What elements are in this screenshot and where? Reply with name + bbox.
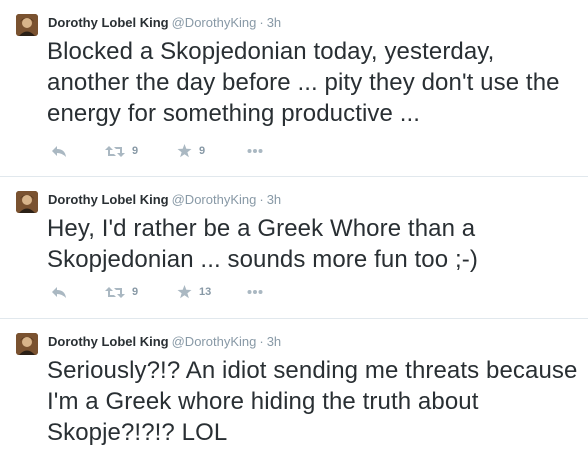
favorite-count: 13 — [199, 286, 212, 298]
tweet-header: Dorothy Lobel King @DorothyKing · 3h — [48, 191, 281, 209]
tweet[interactable]: Dorothy Lobel King @DorothyKing · 3h Hey, I… — [0, 177, 588, 319]
tweet-text: Blocked a Skopjedonian today, yesterday,… — [47, 38, 560, 127]
retweet-count: 9 — [132, 145, 139, 157]
more-icon — [247, 148, 263, 154]
reply-icon — [51, 144, 67, 158]
more-icon — [247, 289, 263, 295]
reply-button[interactable] — [51, 283, 67, 301]
author-username[interactable]: @DorothyKing — [172, 15, 257, 30]
favorite-button[interactable]: 13 — [177, 283, 211, 301]
reply-icon — [51, 285, 67, 299]
tweet[interactable]: Dorothy Lobel King @DorothyKing · 3h Seriou… — [0, 319, 588, 459]
timestamp[interactable]: 3h — [267, 15, 281, 30]
tweet-text: Seriously?!? An idiot sending me threats… — [47, 357, 578, 446]
tweet-actions: 9 9 — [47, 142, 347, 160]
retweet-icon — [105, 145, 125, 158]
tweet-actions: 9 13 — [47, 283, 347, 301]
separator: · — [259, 192, 264, 207]
star-icon — [177, 144, 192, 158]
author-name[interactable]: Dorothy Lobel King — [48, 192, 169, 207]
avatar[interactable] — [16, 14, 38, 36]
tweet-text: Hey, I'd rather be a Greek Whore than a … — [47, 215, 478, 273]
avatar[interactable] — [16, 333, 38, 355]
separator: · — [259, 334, 264, 349]
favorite-count: 9 — [199, 145, 206, 157]
more-button[interactable] — [247, 142, 263, 160]
author-username[interactable]: @DorothyKing — [172, 192, 257, 207]
avatar[interactable] — [16, 191, 38, 213]
retweet-count: 9 — [132, 286, 139, 298]
retweet-button[interactable]: 9 — [105, 283, 138, 301]
reply-button[interactable] — [51, 142, 67, 160]
tweet-header: Dorothy Lobel King @DorothyKing · 3h — [48, 14, 281, 32]
author-name[interactable]: Dorothy Lobel King — [48, 334, 169, 349]
tweet[interactable]: Dorothy Lobel King @DorothyKing · 3h Blocke… — [0, 0, 588, 177]
author-username[interactable]: @DorothyKing — [172, 334, 257, 349]
retweet-button[interactable]: 9 — [105, 142, 138, 160]
tweet-header: Dorothy Lobel King @DorothyKing · 3h — [48, 333, 281, 351]
favorite-button[interactable]: 9 — [177, 142, 205, 160]
retweet-icon — [105, 286, 125, 299]
author-name[interactable]: Dorothy Lobel King — [48, 15, 169, 30]
separator: · — [259, 15, 264, 30]
star-icon — [177, 285, 192, 299]
timestamp[interactable]: 3h — [267, 334, 281, 349]
timestamp[interactable]: 3h — [267, 192, 281, 207]
more-button[interactable] — [247, 283, 263, 301]
